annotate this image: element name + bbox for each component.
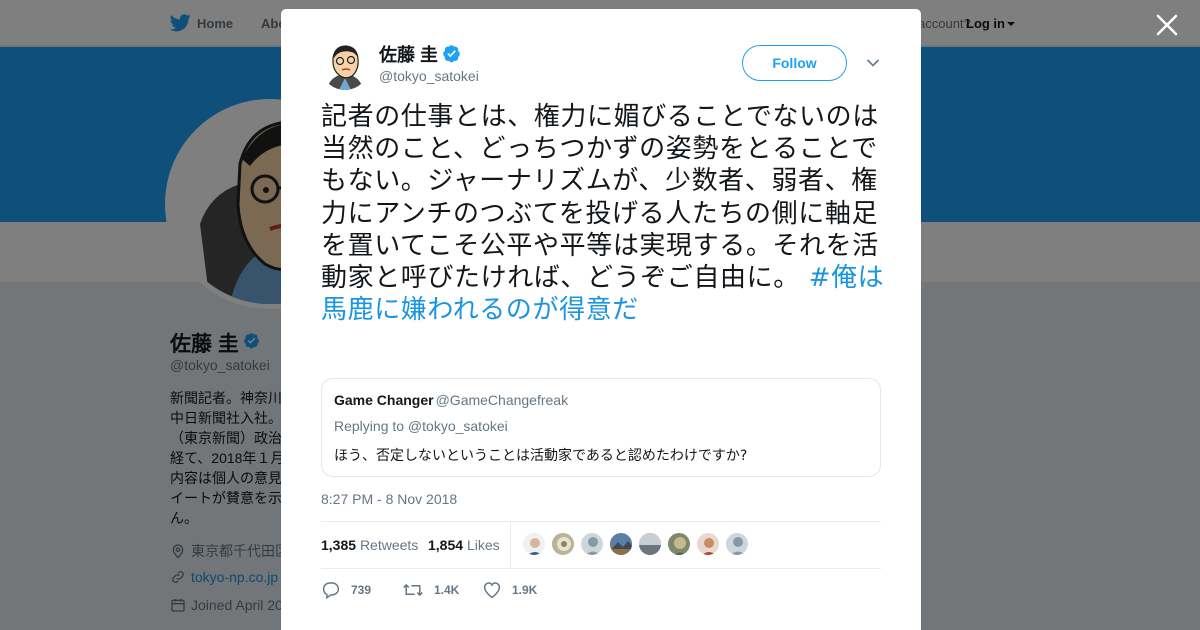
retweets-stat[interactable]: 1,385 Retweets — [321, 537, 418, 553]
author-name[interactable]: 佐藤 圭 — [379, 41, 461, 68]
author-avatar-illustration — [321, 42, 369, 90]
author-avatar[interactable] — [321, 42, 369, 90]
replying-to: Replying to @tokyo_satokei — [334, 418, 508, 434]
liker-avatar[interactable] — [551, 532, 575, 556]
likes-stat[interactable]: 1,854 Likes — [428, 537, 500, 553]
tweet-stats: 1,385 Retweets 1,854 Likes — [321, 521, 881, 569]
like-button[interactable]: 1.9K — [482, 579, 537, 601]
likes-label[interactable]: Likes — [467, 537, 500, 553]
author-handle[interactable]: @tokyo_satokei — [379, 68, 479, 84]
reply-count[interactable]: 739 — [351, 583, 371, 597]
tweet-text: 記者の仕事とは、権力に媚びることでないのは当然のこと、どっちつかずの姿勢をとるこ… — [321, 101, 887, 326]
quoted-author-name: Game Changer — [334, 392, 434, 408]
tweet-actions: 739 1.4K 1.9K — [321, 579, 881, 603]
heart-icon — [483, 582, 501, 599]
liker-avatar[interactable] — [522, 532, 546, 556]
retweet-count[interactable]: 1.4K — [434, 583, 459, 597]
reply-button[interactable]: 739 — [321, 579, 371, 601]
chevron-down-icon[interactable] — [866, 58, 880, 68]
liker-avatar[interactable] — [696, 532, 720, 556]
follow-button[interactable]: Follow — [742, 45, 847, 81]
retweet-icon — [403, 584, 423, 596]
liker-avatar[interactable] — [667, 532, 691, 556]
liker-avatar[interactable] — [725, 532, 749, 556]
tweet-modal: 佐藤 圭 @tokyo_satokei Follow 記者の仕事とは、権力に媚び… — [281, 9, 921, 630]
author-name-text[interactable]: 佐藤 圭 — [379, 45, 438, 65]
stats-divider — [510, 522, 511, 568]
quoted-text: ほう、否定しないということは活動家であると認めたわけですか? — [334, 448, 748, 464]
tweet-body: 記者の仕事とは、権力に媚びることでないのは当然のこと、どっちつかずの姿勢をとるこ… — [321, 102, 879, 294]
close-icon[interactable] — [1154, 12, 1180, 38]
liker-avatar[interactable] — [609, 532, 633, 556]
like-count[interactable]: 1.9K — [512, 583, 537, 597]
quoted-tweet[interactable]: Game Changer @GameChangefreak Replying to… — [321, 378, 881, 477]
quoted-header: Game Changer @GameChangefreak — [334, 392, 868, 410]
retweets-count[interactable]: 1,385 — [321, 537, 356, 553]
reply-icon — [322, 582, 340, 599]
tweet-timestamp[interactable]: 8:27 PM - 8 Nov 2018 — [321, 491, 457, 507]
retweet-button[interactable]: 1.4K — [402, 579, 459, 601]
quoted-author-handle: @GameChangefreak — [435, 392, 569, 408]
retweets-label[interactable]: Retweets — [360, 537, 418, 553]
liker-avatar[interactable] — [638, 532, 662, 556]
likes-count[interactable]: 1,854 — [428, 537, 463, 553]
liker-avatar[interactable] — [580, 532, 604, 556]
verified-badge-icon — [442, 44, 461, 68]
